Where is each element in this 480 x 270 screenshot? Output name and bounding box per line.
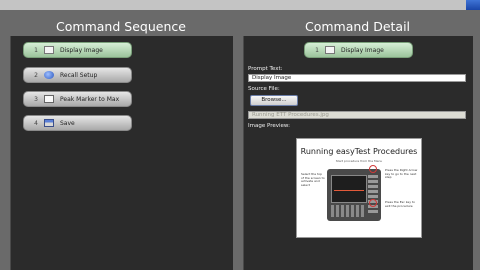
sequence-step-save[interactable]: 4 Save [23, 115, 132, 131]
window-top-strip [0, 0, 480, 10]
selected-command-button[interactable]: 1 Display Image [304, 42, 413, 58]
window-corner-control[interactable] [466, 0, 480, 10]
step-number: 3 [34, 95, 38, 103]
sequence-step-display-image[interactable]: 1 Display Image [23, 42, 132, 58]
source-file-label: Source File: [248, 86, 280, 92]
command-number: 1 [315, 46, 319, 54]
image-icon [325, 46, 335, 54]
preview-note-right-bottom: Press the Esc key to exit the procedure [385, 200, 416, 208]
image-preview-label: Image Preview: [248, 123, 290, 129]
save-icon [44, 119, 54, 127]
recall-setup-icon [44, 71, 54, 79]
browse-button[interactable]: Browse... [250, 95, 298, 106]
instrument-image [327, 169, 381, 221]
step-label: Display Image [60, 46, 103, 54]
step-number: 4 [34, 119, 38, 127]
command-sequence-title: Command Sequence [56, 19, 186, 34]
callout-marker [369, 199, 377, 207]
prompt-text-label: Prompt Text: [248, 66, 283, 72]
preview-note-right-top: Press the Right Arrow key to go to the n… [385, 168, 418, 179]
step-label: Save [60, 119, 75, 127]
instrument-keypad [368, 175, 378, 215]
step-label: Recall Setup [60, 71, 98, 79]
prompt-text-input[interactable]: Display Image [248, 74, 466, 82]
step-number: 2 [34, 71, 38, 79]
command-label: Display Image [341, 46, 384, 54]
preview-title: Running easyTest Procedures [300, 147, 418, 156]
source-file-field: Running ETT Procedures.jpg [248, 111, 466, 119]
image-preview: Running easyTest Procedures Start proced… [296, 138, 422, 238]
instrument-softkeys [331, 205, 365, 217]
sequence-step-peak-marker[interactable]: 3 Peak Marker to Max [23, 91, 132, 107]
sequence-step-recall-setup[interactable]: 2 Recall Setup [23, 67, 132, 83]
image-icon [44, 46, 54, 54]
preview-note-left: Select the top of the screen to activate… [301, 172, 325, 187]
instrument-screen [331, 175, 367, 203]
marker-icon [44, 95, 54, 103]
preview-subtitle: Start procedure from the Menu [335, 159, 383, 163]
command-detail-title: Command Detail [304, 19, 411, 34]
step-label: Peak Marker to Max [60, 95, 120, 103]
callout-marker [369, 165, 377, 173]
step-number: 1 [34, 46, 38, 54]
